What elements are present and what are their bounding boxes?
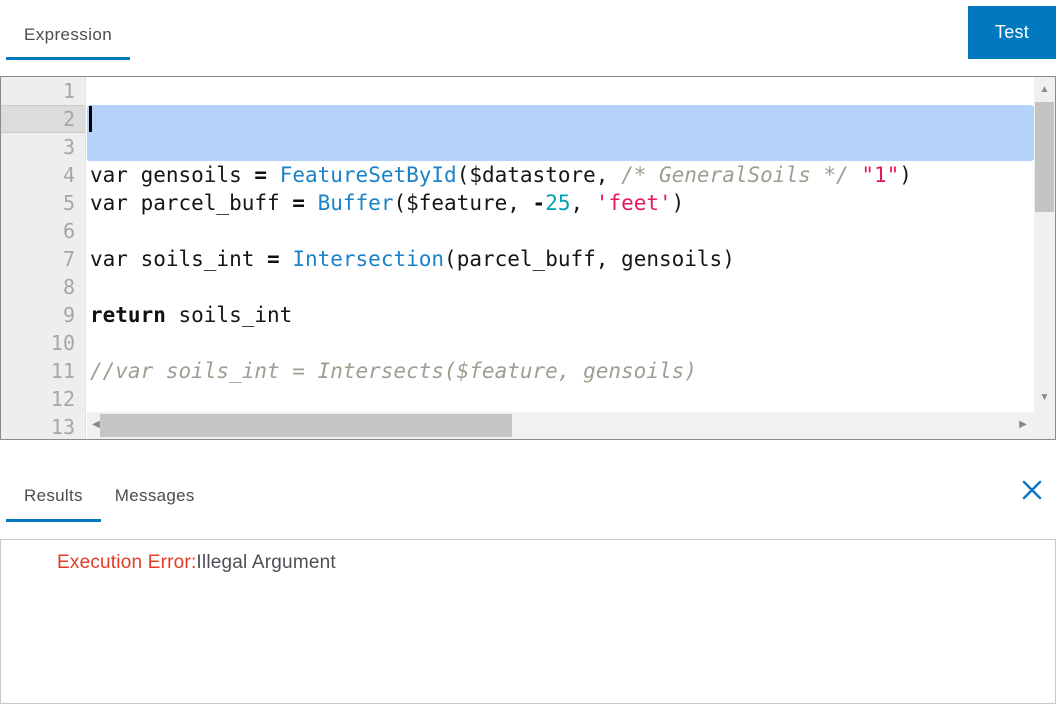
line-number: 8 <box>62 275 75 299</box>
code-token: = <box>267 247 280 271</box>
scroll-down-icon[interactable]: ▼ <box>1034 393 1055 403</box>
code-token: = <box>254 163 268 187</box>
code-line: var parcel_buff = Buffer($feature, -25, … <box>90 189 1034 217</box>
line-number: 7 <box>62 247 75 271</box>
code-editor: 1 2 3 4 5 6 7 8 9 10 11 12 13 var gensoils = Feature… <box>0 76 1056 440</box>
code-token: = <box>292 191 305 215</box>
arcade-expression-editor: Expression Test 1 2 3 4 5 6 7 8 9 10 11 12 13 var ge… <box>0 0 1056 705</box>
code-token: soils_int <box>165 303 293 327</box>
code-token: Intersection <box>292 247 445 271</box>
error-message: Illegal Argument <box>196 552 336 573</box>
code-token: 25 <box>545 191 571 215</box>
results-panel: Execution Error:Illegal Argument <box>0 539 1056 704</box>
line-number: 3 <box>62 135 75 159</box>
vertical-scrollbar-thumb[interactable] <box>1035 102 1054 212</box>
code-token: ) <box>671 191 685 215</box>
code-line: var soils_int = Intersection(parcel_buff… <box>90 245 1034 273</box>
code-token: //var soils_int = Intersects($feature, g… <box>90 359 697 383</box>
line-number: 11 <box>50 359 75 383</box>
line-number: 9 <box>62 303 75 327</box>
line-number: 12 <box>50 387 75 411</box>
code-token: ) <box>899 163 912 187</box>
code-token: var parcel_buff <box>90 191 293 215</box>
results-tab-bar: Results Messages <box>6 474 213 522</box>
test-button[interactable]: Test <box>968 6 1056 59</box>
code-token: /* GeneralSoils */ <box>621 163 849 187</box>
code-token: ($datastore, <box>456 163 622 187</box>
execution-error-line: Execution Error:Illegal Argument <box>1 540 1055 574</box>
code-line: return soils_int <box>90 301 1034 329</box>
close-icon[interactable] <box>1020 478 1044 502</box>
tab-results[interactable]: Results <box>6 474 101 522</box>
horizontal-scrollbar-thumb[interactable] <box>100 414 512 437</box>
code-token: 'feet' <box>595 191 672 215</box>
code-token: (parcel_buff, gensoils) <box>444 247 735 271</box>
line-number: 10 <box>50 331 75 355</box>
line-number: 6 <box>62 219 75 243</box>
line-number: 2 <box>1 105 85 133</box>
code-token: - <box>532 191 546 215</box>
line-number: 4 <box>62 163 75 187</box>
tab-messages[interactable]: Messages <box>97 474 213 522</box>
line-number: 1 <box>62 79 75 103</box>
scroll-up-icon[interactable]: ▲ <box>1034 85 1055 95</box>
code-token: , <box>570 191 596 215</box>
line-number: 13 <box>50 415 75 439</box>
code-token: FeatureSetById <box>279 163 457 187</box>
code-token: ($feature, <box>393 191 533 215</box>
code-token: return <box>90 303 166 327</box>
line-number-gutter: 1 2 3 4 5 6 7 8 9 10 11 12 13 <box>1 77 86 439</box>
code-token: Buffer <box>317 191 394 215</box>
code-token: var soils_int <box>90 247 268 271</box>
code-input-area[interactable]: var gensoils = FeatureSetById($datastore… <box>87 77 1034 439</box>
code-line: //var soils_int = Intersects($feature, g… <box>90 357 1034 385</box>
error-label: Execution Error: <box>57 552 197 573</box>
scroll-right-icon[interactable]: ▶ <box>1016 420 1030 430</box>
code-token: var gensoils <box>90 163 255 187</box>
code-token: "1" <box>861 163 900 187</box>
horizontal-scrollbar[interactable]: ◀ ▶ <box>87 412 1034 439</box>
line-number: 5 <box>62 191 75 215</box>
tab-expression[interactable]: Expression <box>6 14 131 60</box>
code-line: var gensoils = FeatureSetById($datastore… <box>90 161 1034 189</box>
vertical-scrollbar[interactable]: ▲ ▼ <box>1034 77 1055 439</box>
